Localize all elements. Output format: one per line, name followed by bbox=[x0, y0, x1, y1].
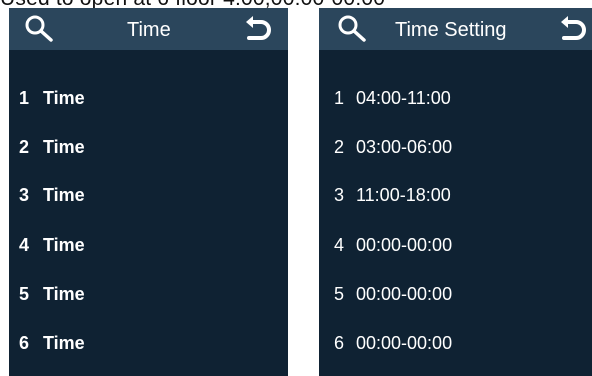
item-label: Time bbox=[43, 137, 85, 157]
item-label: Time bbox=[43, 235, 85, 255]
back-arrow-icon bbox=[561, 16, 586, 40]
page: Used to open at 6 floor 4:00,00:00-00:00… bbox=[0, 0, 592, 376]
list-item-time-5[interactable]: 5 Time bbox=[9, 274, 288, 314]
time-setting-header: Time Setting bbox=[319, 8, 592, 50]
list-item-time-range-2[interactable]: 2 03:00-06:00 bbox=[319, 127, 592, 167]
item-number: 3 bbox=[334, 185, 345, 205]
time-screen-header: Time bbox=[9, 8, 288, 50]
item-number: 5 bbox=[19, 284, 30, 304]
back-button[interactable] bbox=[241, 14, 275, 44]
list-item-time-range-4[interactable]: 4 00:00-00:00 bbox=[319, 225, 592, 265]
time-screen: Time 1 Time 2 Time 3 Time 4 Time 5 Time … bbox=[9, 8, 288, 376]
item-number: 3 bbox=[19, 185, 30, 205]
page-title: Time bbox=[127, 19, 171, 41]
item-number: 1 bbox=[19, 88, 30, 108]
item-number: 4 bbox=[19, 235, 30, 255]
back-button[interactable] bbox=[556, 14, 590, 44]
list-item-time-range-3[interactable]: 3 11:00-18:00 bbox=[319, 175, 592, 215]
list-item-time-1[interactable]: 1 Time bbox=[9, 78, 288, 118]
item-time-range: 03:00-06:00 bbox=[356, 137, 453, 157]
item-time-range: 11:00-18:00 bbox=[356, 185, 451, 205]
search-button[interactable] bbox=[23, 14, 57, 44]
item-time-range: 00:00-00:00 bbox=[356, 284, 453, 304]
item-number: 5 bbox=[334, 284, 345, 304]
item-label: Time bbox=[43, 185, 85, 205]
back-arrow-icon bbox=[246, 16, 271, 40]
list-item-time-range-5[interactable]: 5 00:00-00:00 bbox=[319, 274, 592, 314]
search-icon bbox=[25, 15, 53, 42]
search-button[interactable] bbox=[336, 14, 370, 44]
list-item-time-range-6[interactable]: 6 00:00-00:00 bbox=[319, 323, 592, 363]
list-item-time-3[interactable]: 3 Time bbox=[9, 175, 288, 215]
item-time-range: 00:00-00:00 bbox=[356, 333, 453, 353]
time-setting-screen: Time Setting 1 04:00-11:00 2 03:00-06:00 3… bbox=[319, 8, 592, 376]
list-item-time-range-1[interactable]: 1 04:00-11:00 bbox=[319, 78, 592, 118]
search-icon bbox=[338, 15, 366, 42]
item-time-range: 00:00-00:00 bbox=[356, 235, 453, 255]
item-number: 6 bbox=[19, 333, 30, 353]
item-number: 6 bbox=[334, 333, 345, 353]
list-item-time-4[interactable]: 4 Time bbox=[9, 225, 288, 265]
item-label: Time bbox=[43, 88, 85, 108]
list-item-time-2[interactable]: 2 Time bbox=[9, 127, 288, 167]
list-item-time-6[interactable]: 6 Time bbox=[9, 323, 288, 363]
item-number: 2 bbox=[334, 137, 345, 157]
item-label: Time bbox=[43, 333, 85, 353]
item-label: Time bbox=[43, 284, 85, 304]
item-number: 4 bbox=[334, 235, 345, 255]
item-number: 1 bbox=[334, 88, 345, 108]
item-time-range: 04:00-11:00 bbox=[356, 88, 451, 108]
item-number: 2 bbox=[19, 137, 30, 157]
page-title: Time Setting bbox=[395, 19, 507, 41]
